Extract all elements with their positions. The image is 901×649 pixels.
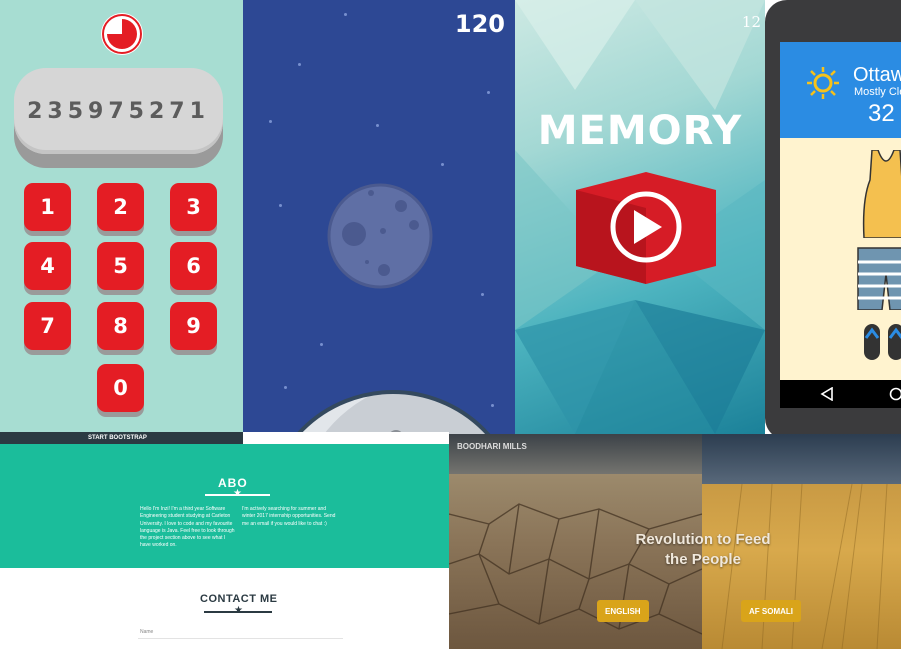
space-game-panel: 120 bbox=[243, 0, 515, 483]
star bbox=[481, 293, 484, 296]
sky-left bbox=[449, 434, 702, 479]
contact-section: CONTACT ME ★ Name bbox=[0, 568, 449, 649]
contact-title: CONTACT ME bbox=[200, 593, 278, 605]
tagline-line-1: Revolution to Feed bbox=[635, 531, 771, 548]
memory-counter: 12 bbox=[741, 13, 761, 31]
name-field-placeholder: Name bbox=[140, 629, 154, 635]
af-somali-button[interactable]: AF SOMALI bbox=[741, 600, 801, 622]
moon-icon bbox=[327, 183, 433, 289]
city-name: Ottaw bbox=[853, 64, 901, 86]
key-4[interactable]: 4 bbox=[24, 242, 71, 290]
tagline-line-2: the People bbox=[665, 551, 741, 568]
key-8[interactable]: 8 bbox=[97, 302, 144, 350]
email-field[interactable] bbox=[138, 642, 343, 649]
key-7[interactable]: 7 bbox=[24, 302, 71, 350]
tank-top-icon bbox=[862, 150, 901, 238]
display-value: 235975271 bbox=[27, 98, 210, 124]
star bbox=[376, 124, 379, 127]
star bbox=[298, 63, 301, 66]
android-nav-bar bbox=[780, 380, 901, 408]
nav-brand[interactable]: START BOOTSTRAP bbox=[88, 432, 147, 444]
key-1[interactable]: 1 bbox=[24, 183, 71, 231]
star-icon: ★ bbox=[233, 488, 242, 499]
key-0[interactable]: 0 bbox=[97, 364, 144, 412]
sky-right bbox=[702, 434, 901, 486]
number-display: 235975271 bbox=[14, 68, 223, 154]
sun-icon bbox=[807, 67, 839, 99]
star bbox=[441, 163, 444, 166]
flip-flops-icon bbox=[864, 324, 901, 360]
memory-game-panel: 12 MEMORY bbox=[515, 0, 765, 434]
keypad-game-panel: 235975271 1 2 3 4 5 6 7 8 9 0 bbox=[0, 0, 243, 432]
about-section: ABO ★ Hello I'm Inzi! I'm a third year S… bbox=[0, 444, 449, 568]
star bbox=[344, 13, 347, 16]
key-5[interactable]: 5 bbox=[97, 242, 144, 290]
weather-condition: Mostly Cle bbox=[854, 86, 901, 98]
star bbox=[320, 343, 323, 346]
home-icon[interactable] bbox=[889, 387, 901, 401]
hero-tagline: Revolution to Feed the People bbox=[619, 530, 787, 570]
memory-title: MEMORY bbox=[537, 108, 743, 154]
key-3[interactable]: 3 bbox=[170, 183, 217, 231]
about-text-right: I'm actively searching for summer and wi… bbox=[242, 506, 336, 527]
boodhari-site-panel: BOODHARI MILLS Revolution to Feed the Pe… bbox=[449, 434, 901, 649]
star bbox=[284, 386, 287, 389]
shorts-icon bbox=[857, 247, 901, 310]
star bbox=[487, 91, 490, 94]
portfolio-site-panel: START BOOTSTRAP ABO ★ Hello I'm Inzi! I'… bbox=[0, 432, 449, 649]
key-6[interactable]: 6 bbox=[170, 242, 217, 290]
star-icon: ★ bbox=[234, 605, 243, 616]
site-navbar: START BOOTSTRAP bbox=[0, 432, 243, 444]
play-button[interactable] bbox=[576, 172, 716, 284]
score-counter: 120 bbox=[454, 10, 505, 38]
key-2[interactable]: 2 bbox=[97, 183, 144, 231]
temperature: 32 bbox=[868, 100, 895, 127]
key-9[interactable]: 9 bbox=[170, 302, 217, 350]
about-text-left: Hello I'm Inzi! I'm a third year Softwar… bbox=[140, 506, 235, 549]
star bbox=[279, 204, 282, 207]
timer-icon bbox=[101, 13, 143, 55]
weather-app-panel: Ottaw Mostly Cle 32 bbox=[765, 0, 901, 434]
name-field[interactable]: Name bbox=[138, 624, 343, 639]
phone-screen: Ottaw Mostly Cle 32 bbox=[780, 42, 901, 382]
site-brand[interactable]: BOODHARI MILLS bbox=[457, 442, 527, 451]
weather-header: Ottaw Mostly Cle 32 bbox=[780, 42, 901, 138]
back-icon[interactable] bbox=[820, 387, 834, 401]
english-button[interactable]: ENGLISH bbox=[597, 600, 649, 622]
star bbox=[269, 120, 272, 123]
